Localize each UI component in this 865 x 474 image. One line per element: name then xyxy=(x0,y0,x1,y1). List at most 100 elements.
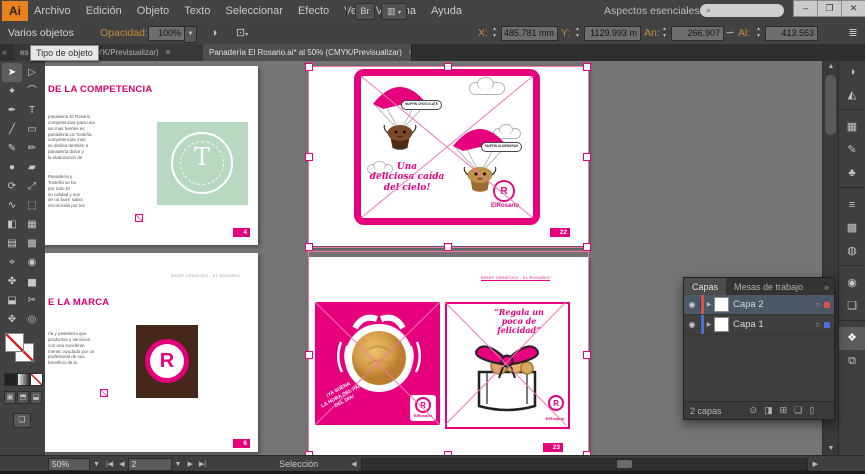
x-value-field[interactable]: 485.781 mm xyxy=(501,26,558,41)
tab-1-close-icon[interactable]: ✕ xyxy=(165,48,172,57)
panel-collapse-icon[interactable]: » xyxy=(824,278,834,295)
menu-seleccionar[interactable]: Seleccionar xyxy=(225,5,282,17)
artboard-marca[interactable]: BRIEF CREATIVO - EL ROSARIO E LA MARCA r… xyxy=(45,253,258,452)
opacity-link[interactable]: Opacidad: xyxy=(100,22,148,45)
tool-shape-builder[interactable]: ◧ xyxy=(2,215,22,234)
selection-handle[interactable] xyxy=(305,351,313,359)
transform-menu-icon[interactable]: ⊡▾ xyxy=(234,25,250,41)
selection-handle[interactable] xyxy=(305,153,313,161)
tool-gradient[interactable]: ▩ xyxy=(22,234,42,253)
artboard-cielo[interactable]: MUFFIN CHOCOLATE MUFFIN ALMENDRAS Una de… xyxy=(308,66,588,246)
horizontal-scroll-thumb[interactable] xyxy=(617,459,633,468)
tool-pen[interactable]: ✒ xyxy=(2,101,22,120)
tool-paintbrush[interactable]: ✎ xyxy=(2,139,22,158)
panel-icon-swatches[interactable]: ▦ xyxy=(839,116,865,139)
zoom-level-field[interactable]: 50% xyxy=(48,457,90,471)
tool-mesh[interactable]: ▤ xyxy=(2,234,22,253)
horizontal-scrollbar[interactable] xyxy=(361,457,808,471)
selection-handle[interactable] xyxy=(305,243,313,251)
panel-icon-symbols[interactable]: ♣ xyxy=(839,162,865,185)
width-value-field[interactable]: 266.907 mm xyxy=(671,26,724,51)
panel-icon-brushes[interactable]: ✎ xyxy=(839,139,865,162)
menu-edicion[interactable]: Edición xyxy=(86,5,122,17)
make-mask-icon[interactable]: ◨ xyxy=(764,405,773,416)
layer-expand-icon[interactable]: ▶ xyxy=(704,301,714,308)
panel-icon-appearance[interactable]: ◉ xyxy=(839,272,865,295)
visibility-eye-icon[interactable]: ◉ xyxy=(684,320,701,329)
arrange-documents-button[interactable]: ▥ ▾ xyxy=(381,3,407,20)
status-display[interactable]: Selección xyxy=(279,459,318,469)
opacity-value-field[interactable]: 100% xyxy=(148,26,185,41)
layer-name[interactable]: Capa 2 xyxy=(733,299,764,310)
artboard-competencia[interactable]: DE LA COMPETENCIA panadería El Rosario c… xyxy=(45,66,258,245)
workspace-switcher[interactable]: Aspectos esenciales ▾ xyxy=(604,0,708,22)
next-artboard-button[interactable]: ▶ xyxy=(184,460,195,468)
tool-zoom[interactable]: ◎ xyxy=(22,310,42,329)
menu-texto[interactable]: Texto xyxy=(184,5,210,17)
opacity-dropdown-arrow[interactable]: ▼ xyxy=(184,26,197,43)
tab-overflow-chevrons[interactable]: « xyxy=(2,47,7,57)
y-stepper[interactable]: ▲ ▼ xyxy=(573,26,582,41)
tool-lasso[interactable]: ⌒ xyxy=(22,82,42,101)
gradient-mode-button[interactable] xyxy=(17,373,30,386)
draw-normal-button[interactable]: ▣ xyxy=(4,391,16,404)
tab-2-close-icon[interactable]: ✕ xyxy=(408,48,411,57)
layer-row-capa-1[interactable]: ◉ ▶ Capa 1 ○ xyxy=(684,315,834,335)
panel-icon-transparency[interactable]: ◍ xyxy=(839,240,865,263)
selection-handle[interactable] xyxy=(305,63,313,71)
recolor-artwork-icon[interactable]: ◑ xyxy=(206,25,222,41)
panel-menu-icon[interactable]: ≣ xyxy=(845,25,861,41)
tool-hand[interactable]: ✥ xyxy=(2,310,22,329)
width-stepper[interactable]: ▲ ▼ xyxy=(660,26,669,41)
screen-mode-button[interactable]: ❏ xyxy=(13,413,31,428)
selection-handle[interactable] xyxy=(583,243,591,251)
panel-icon-stroke[interactable]: ≡ xyxy=(839,194,865,217)
maximize-button[interactable]: ❐ xyxy=(817,0,842,17)
close-button[interactable]: ✕ xyxy=(841,0,865,17)
height-value-field[interactable]: 413.563 mm xyxy=(765,26,818,51)
panel-icon-graphic-styles[interactable]: ❏ xyxy=(839,295,865,318)
layer-row-capa-2[interactable]: ◉ ▶ Capa 2 ○ xyxy=(684,295,834,315)
tool-rectangle[interactable]: ▭ xyxy=(22,120,42,139)
tool-eraser[interactable]: ▰ xyxy=(22,158,42,177)
tool-magic-wand[interactable]: ✦ xyxy=(2,82,22,101)
tool-scale[interactable]: ⤢ xyxy=(22,177,42,196)
tool-width[interactable]: ∿ xyxy=(2,196,22,215)
document-tab-2-active[interactable]: Panadería El Rosario.ai* al 50% (CMYK/Pr… xyxy=(203,44,412,61)
selection-handle[interactable] xyxy=(444,243,452,251)
draw-behind-button[interactable]: ⬒ xyxy=(17,391,29,404)
color-mode-button[interactable] xyxy=(4,373,17,386)
tool-direct-selection[interactable]: ▷ xyxy=(22,63,42,82)
scroll-right-arrow[interactable]: ▶ xyxy=(810,460,821,468)
menu-efecto[interactable]: Efecto xyxy=(298,5,329,17)
x-stepper[interactable]: ▲ ▼ xyxy=(490,26,499,41)
tool-eyedropper[interactable]: ⌖ xyxy=(2,253,22,272)
bridge-button[interactable]: Br xyxy=(355,3,375,20)
zoom-dropdown-arrow[interactable]: ▼ xyxy=(90,461,103,468)
artboard-dropdown-arrow[interactable]: ▼ xyxy=(172,461,185,468)
tool-rotate[interactable]: ⟳ xyxy=(2,177,22,196)
selection-handle[interactable] xyxy=(444,63,452,71)
delete-layer-icon[interactable]: ▯ xyxy=(809,405,814,416)
last-artboard-button[interactable]: ▶| xyxy=(196,460,209,468)
visibility-eye-icon[interactable]: ◉ xyxy=(684,300,701,309)
tool-line[interactable]: ╱ xyxy=(2,120,22,139)
menu-ayuda[interactable]: Ayuda xyxy=(431,5,462,17)
panel-icon-gradient[interactable]: ▩ xyxy=(839,217,865,240)
tool-perspective-grid[interactable]: ▦ xyxy=(22,215,42,234)
tool-blob-brush[interactable]: ● xyxy=(2,158,22,177)
scroll-down-arrow[interactable]: ▼ xyxy=(823,443,839,455)
menu-objeto[interactable]: Objeto xyxy=(137,5,169,17)
tool-slice[interactable]: ✂ xyxy=(22,291,42,310)
search-input[interactable]: ⌕ xyxy=(700,4,784,17)
previous-artboard-button[interactable]: ◀ xyxy=(116,460,127,468)
artboard-regalo[interactable]: BRIEF CREATIVO - EL ROSARIO ¡YA SUENA LA… xyxy=(308,257,588,455)
y-value-field[interactable]: 1129.993 m xyxy=(584,26,641,41)
scroll-up-arrow[interactable]: ▲ xyxy=(823,61,839,73)
tool-column-graph[interactable]: ▅ xyxy=(22,272,42,291)
layer-target-icon[interactable]: ○ xyxy=(815,300,820,309)
tool-artboard[interactable]: ⬓ xyxy=(2,291,22,310)
minimize-button[interactable]: – xyxy=(793,0,818,17)
menu-archivo[interactable]: Archivo xyxy=(34,5,71,17)
layer-expand-icon[interactable]: ▶ xyxy=(704,321,714,328)
